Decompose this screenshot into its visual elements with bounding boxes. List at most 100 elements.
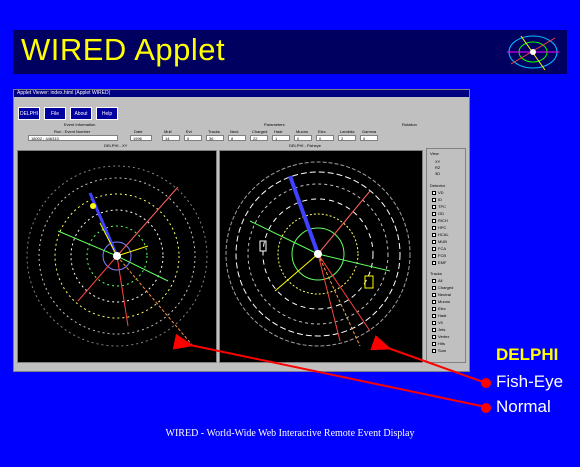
tracks-item[interactable]: Muons [432, 299, 450, 304]
detector-item[interactable]: ID [432, 197, 442, 202]
normal-event-display [26, 165, 208, 347]
checkbox-icon[interactable] [432, 197, 436, 202]
parameter-header: Mult [164, 129, 172, 134]
detector-item-label: TPC [438, 204, 446, 209]
detector-item-label: HPC [438, 225, 447, 230]
right-view-title: DELPHI - Fisheye [289, 143, 322, 148]
fisheye-bullet-icon [481, 378, 491, 388]
fisheye-event-view[interactable] [219, 150, 423, 363]
checkbox-icon[interactable] [432, 313, 436, 318]
tracks-item-label: Hadr [438, 313, 447, 318]
checkbox-icon[interactable] [432, 320, 436, 325]
detector-item[interactable]: VD [432, 190, 444, 195]
parameter-header: Elec [318, 129, 326, 134]
checkbox-icon[interactable] [432, 260, 436, 265]
checkbox-icon[interactable] [432, 253, 436, 258]
parameter-value[interactable]: 0 [360, 135, 378, 141]
tracks-item[interactable]: Charged [432, 285, 453, 290]
checkbox-icon[interactable] [432, 327, 436, 332]
checkbox-icon[interactable] [432, 211, 436, 216]
tracks-item[interactable]: Jets [432, 327, 445, 332]
tracks-item[interactable]: Hits [432, 341, 445, 346]
delphi-button[interactable]: DELPHI [18, 107, 40, 120]
detector-item[interactable]: TPC [432, 204, 446, 209]
parameter-value[interactable]: 0 [294, 135, 312, 141]
normal-bullet-icon [481, 403, 491, 413]
detector-item[interactable]: RICH [432, 218, 448, 223]
tracks-item[interactable]: Neutral [432, 292, 451, 297]
parameter-header: Tracks [208, 129, 220, 134]
control-side-panel: View XY RZ 3D Detector VD ID TPC OD RICH HPC H… [426, 148, 466, 363]
checkbox-icon[interactable] [432, 299, 436, 304]
slide-title: WIRED Applet [21, 32, 226, 67]
view-option-xy[interactable]: XY [435, 159, 440, 164]
checkbox-icon[interactable] [432, 341, 436, 346]
applet-window-title: Applet Viewer: index.html (Applet WIRED) [14, 90, 469, 97]
parameter-value[interactable]: 0 [184, 135, 202, 141]
normal-label: Normal [496, 397, 551, 416]
parameter-header: Muons [296, 129, 309, 134]
tracks-item[interactable]: Hadr [432, 313, 447, 318]
detector-item[interactable]: HPC [432, 225, 446, 230]
detector-item[interactable]: MUB [432, 239, 447, 244]
view-option-3d[interactable]: 3D [435, 171, 440, 176]
parameter-value[interactable]: 2 [338, 135, 356, 141]
detector-item-label: OD [438, 211, 444, 216]
tracks-item[interactable]: Elec [432, 306, 446, 311]
parameter-value[interactable]: 1 [272, 135, 290, 141]
run-event-field[interactable]: 18002 : 446310 [28, 135, 118, 141]
detector-item[interactable]: FCA [432, 246, 446, 251]
normal-event-view[interactable] [17, 150, 217, 363]
parameter-value[interactable]: 36 [206, 135, 224, 141]
slide-footer: WIRED - World-Wide Web Interactive Remot… [165, 428, 415, 439]
tracks-item[interactable]: All [432, 278, 442, 283]
detector-item[interactable]: EMF [432, 260, 446, 265]
applet-window: Applet Viewer: index.html (Applet WIRED)… [13, 89, 470, 372]
checkbox-icon[interactable] [432, 190, 436, 195]
tracks-item-label: Muons [438, 299, 451, 304]
delphi-label: DELPHI [496, 345, 559, 364]
detector-item-label: VD [438, 190, 444, 195]
checkbox-icon[interactable] [432, 285, 436, 290]
tracks-label: Tracks [430, 271, 442, 276]
parameter-header: Gamma [362, 129, 377, 134]
detector-item[interactable]: OD [432, 211, 444, 216]
parameter-value[interactable]: 8 [228, 135, 246, 141]
parameter-header: Neut [230, 129, 239, 134]
checkbox-icon[interactable] [432, 246, 436, 251]
checkbox-icon[interactable] [432, 306, 436, 311]
detector-item-label: HCAL [438, 232, 449, 237]
parameter-value[interactable]: 22 [250, 135, 268, 141]
date-field[interactable]: 1996 [130, 135, 152, 141]
view-option-rz[interactable]: RZ [435, 165, 440, 170]
detector-item[interactable]: HCAL [432, 232, 449, 237]
parameter-header: Evt [186, 129, 192, 134]
checkbox-icon[interactable] [432, 278, 436, 283]
parameter-header: Lambda [340, 129, 355, 134]
tracks-item-label: Vertex [438, 334, 450, 339]
tracks-item[interactable]: V0 [432, 320, 443, 325]
checkbox-icon[interactable] [432, 232, 436, 237]
tracks-item-label: Jets [438, 327, 446, 332]
detector-item[interactable]: FCB [432, 253, 446, 258]
checkbox-icon[interactable] [432, 239, 436, 244]
tracks-item-label: Sum [438, 348, 447, 353]
detector-item-label: FCA [438, 246, 446, 251]
tracks-item[interactable]: Sum [432, 348, 446, 353]
parameter-value[interactable]: 0 [316, 135, 334, 141]
checkbox-icon[interactable] [432, 292, 436, 297]
checkbox-icon[interactable] [432, 218, 436, 223]
run-label: Run : Event Number [54, 129, 91, 134]
left-view-title: DELPHI - XY [104, 143, 128, 148]
parameter-value[interactable]: 14 [162, 135, 180, 141]
checkbox-icon[interactable] [432, 348, 436, 353]
help-button[interactable]: Help [96, 107, 118, 120]
file-button[interactable]: File [44, 107, 66, 120]
checkbox-icon[interactable] [432, 225, 436, 230]
checkbox-icon[interactable] [432, 334, 436, 339]
about-button[interactable]: About [70, 107, 92, 120]
tracks-item[interactable]: Vertex [432, 334, 449, 339]
event-display-logo [507, 35, 559, 71]
checkbox-icon[interactable] [432, 204, 436, 209]
tracks-item-label: Charged [438, 285, 454, 290]
